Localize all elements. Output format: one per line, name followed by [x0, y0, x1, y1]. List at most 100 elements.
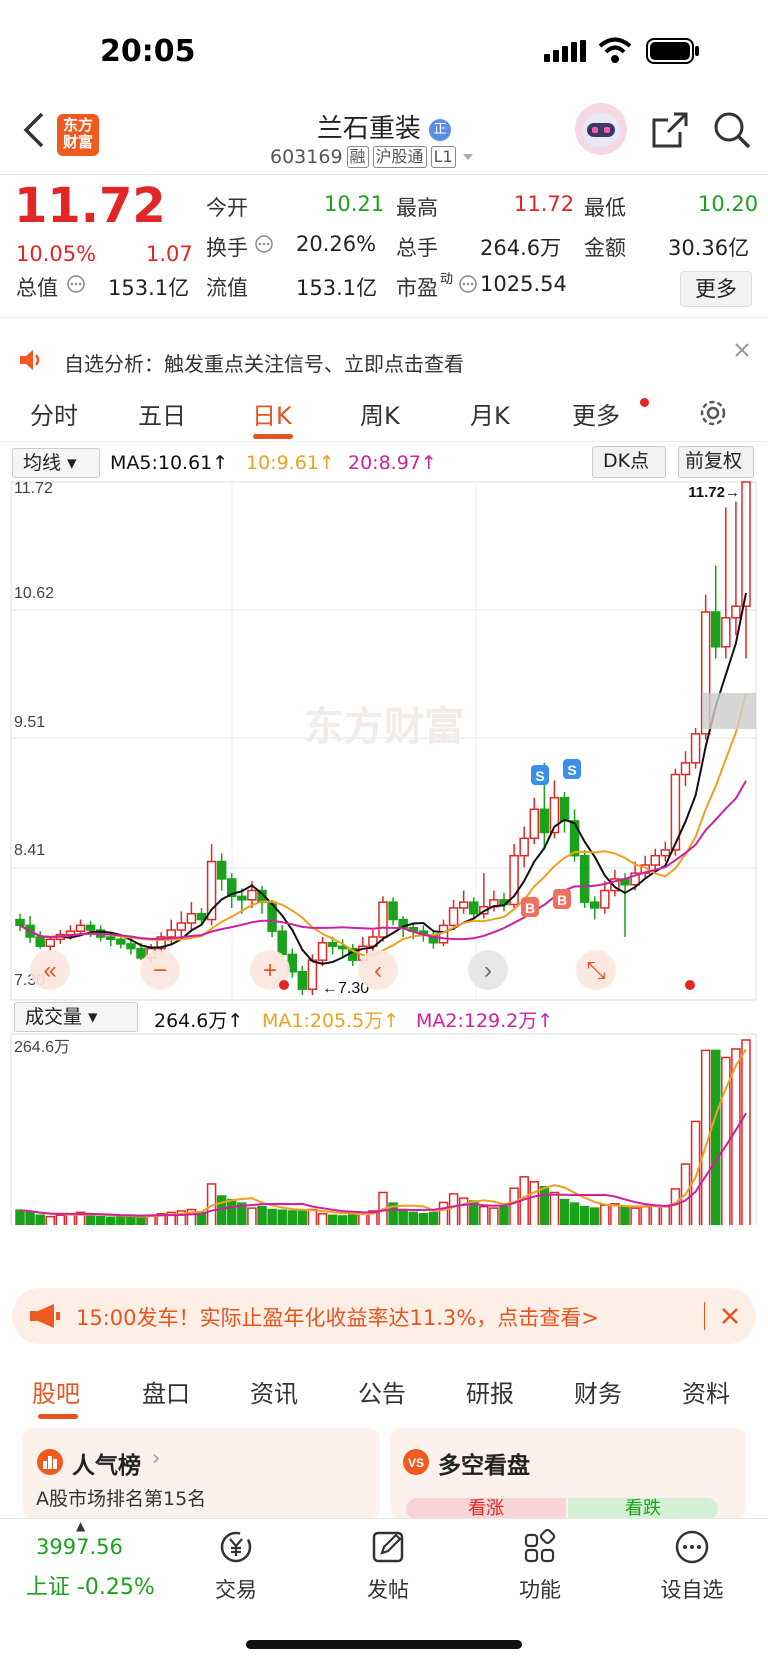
candle	[731, 501, 741, 636]
tab-5day[interactable]: 五日	[138, 396, 186, 431]
speaker-icon	[20, 350, 40, 370]
volume-bar	[25, 1211, 35, 1225]
nav-trade[interactable]: 交易	[186, 1519, 286, 1604]
volume-bar	[479, 1205, 489, 1225]
market-cap-label: 总值	[16, 276, 58, 300]
adjust-button[interactable]: 前复权	[678, 446, 754, 478]
volume-bar	[650, 1204, 660, 1225]
chart-control-button[interactable]: −	[140, 950, 180, 990]
ma5-value: MA5:10.61↑	[110, 452, 229, 474]
nav-add-watchlist[interactable]: 设自选	[642, 1519, 742, 1604]
candle-body	[186, 913, 197, 924]
candle-body	[216, 860, 227, 880]
info-dots-icon[interactable]	[254, 234, 274, 254]
volume-bar	[45, 1215, 55, 1225]
change-amount: 1.07	[146, 242, 193, 266]
info-dots-icon[interactable]	[66, 274, 86, 294]
tab-financials[interactable]: 财务	[574, 1374, 622, 1409]
volume-bar	[247, 1207, 257, 1225]
volume-bars	[15, 1039, 751, 1225]
new-dot	[640, 398, 649, 407]
chart-control-icon: «	[43, 957, 56, 984]
tab-forum[interactable]: 股吧	[32, 1374, 80, 1409]
edit-post-icon	[372, 1531, 404, 1563]
candle	[620, 873, 630, 937]
stock-code-row[interactable]: 603169 融 沪股通 L1	[270, 144, 476, 170]
candle	[75, 919, 86, 935]
candle	[388, 897, 398, 926]
bear-button[interactable]: 看跌	[568, 1498, 718, 1520]
dk-point-button[interactable]: DK点	[592, 446, 666, 478]
index-summary[interactable]: 上证 -0.25%	[26, 1569, 155, 1601]
popularity-rank: A股市场排名第15名	[36, 1488, 207, 1510]
close-icon[interactable]	[720, 1306, 740, 1326]
popularity-card[interactable]: 人气榜 › A股市场排名第15名	[22, 1428, 380, 1518]
candle-body	[579, 854, 590, 903]
volume-ma2: MA2:129.2万↑	[416, 1010, 554, 1032]
more-button[interactable]: 更多	[680, 271, 752, 307]
settings-gear-icon[interactable]	[698, 398, 728, 428]
tab-monthly-k[interactable]: 月K	[470, 396, 510, 431]
pe-value: 1025.54	[480, 272, 567, 296]
volume-bar	[509, 1187, 519, 1225]
candle-body	[660, 849, 671, 857]
nav-post[interactable]: 发帖	[338, 1519, 438, 1604]
volume-bar	[297, 1210, 308, 1225]
volume-select[interactable]: 成交量 ▾	[14, 1002, 138, 1032]
volume-bar	[418, 1213, 429, 1225]
candle-body	[35, 936, 45, 948]
index-value[interactable]: 3997.56	[36, 1535, 123, 1559]
status-time: 20:05	[100, 34, 196, 69]
tab-daily-k[interactable]: 日K	[252, 396, 292, 431]
volume-bar	[257, 1205, 267, 1225]
pe-label: 市盈	[396, 276, 438, 300]
chart-control-icon: +	[263, 957, 277, 984]
robot-avatar-icon[interactable]	[574, 102, 628, 156]
trade-yen-icon	[220, 1531, 252, 1563]
volume-bar	[630, 1207, 640, 1225]
candle	[428, 930, 439, 949]
volume-bar	[408, 1211, 418, 1225]
tab-profile[interactable]: 资料	[682, 1374, 730, 1409]
tab-orderbook[interactable]: 盘口	[142, 1374, 190, 1409]
candle	[227, 873, 237, 908]
candle-body	[680, 762, 691, 776]
tab-announcements[interactable]: 公告	[358, 1374, 406, 1409]
chart-control-button[interactable]: ‹	[358, 950, 398, 990]
volume-bar	[448, 1193, 459, 1225]
search-icon[interactable]	[712, 110, 752, 150]
tag-margin: 融	[346, 146, 369, 168]
share-icon[interactable]	[650, 110, 690, 150]
notice-bar[interactable]: 自选分析：触发重点关注信号、立即点击查看	[0, 336, 768, 386]
volume-bar	[348, 1213, 358, 1225]
candle-body	[307, 959, 318, 990]
dropdown-icon[interactable]	[460, 152, 476, 162]
info-dots-icon[interactable]	[458, 274, 478, 294]
bull-bear-card[interactable]: VS 多空看盘 看涨 看跌	[390, 1428, 746, 1520]
tab-news[interactable]: 资讯	[250, 1374, 298, 1409]
chart-control-button[interactable]: «	[30, 950, 70, 990]
candle-body	[690, 733, 701, 764]
indicator-select[interactable]: 均线 ▾	[12, 448, 100, 478]
signal-marker: S	[563, 759, 581, 779]
tab-weekly-k[interactable]: 周K	[360, 396, 400, 431]
kline-chart[interactable]: 东方财富11.7210.629.518.417.3011.72→←7.30S SB…	[0, 480, 768, 1225]
nav-functions[interactable]: 功能	[490, 1519, 590, 1604]
tab-more[interactable]: 更多	[572, 396, 620, 431]
volume-bar	[529, 1181, 539, 1225]
high-value: 11.72	[514, 192, 575, 216]
candle	[559, 791, 570, 833]
chart-control-button[interactable]: ›	[468, 950, 508, 990]
tab-research[interactable]: 研报	[466, 1374, 514, 1409]
close-icon[interactable]	[732, 340, 752, 360]
ranking-icon	[37, 1449, 63, 1475]
chart-control-button[interactable]: ⤡	[576, 950, 616, 990]
volume-bar	[428, 1211, 439, 1225]
candle	[680, 751, 691, 787]
candle	[549, 780, 560, 839]
candle-body	[731, 605, 741, 619]
tab-intraday[interactable]: 分时	[30, 396, 78, 431]
bull-button[interactable]: 看涨	[406, 1498, 566, 1520]
svg-text:VS: VS	[408, 1456, 424, 1470]
promo-banner[interactable]: 15:00发车！实际止盈年化收益率达11.3%，点击查看>	[12, 1288, 756, 1344]
